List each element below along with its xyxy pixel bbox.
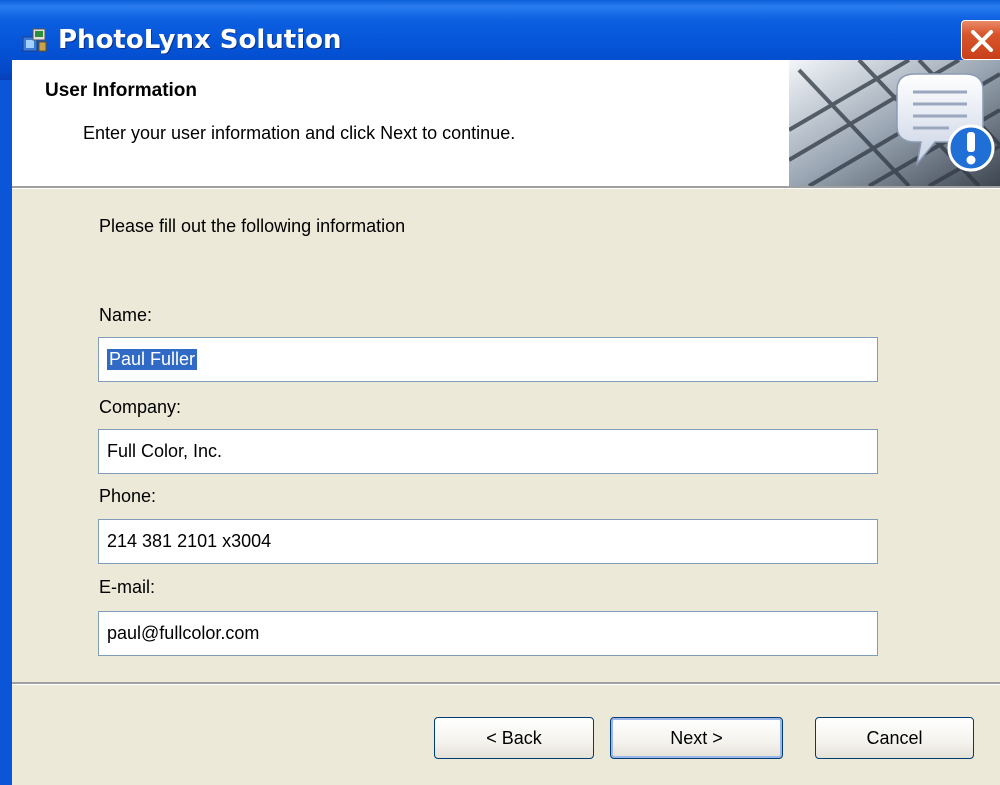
footer-divider: [12, 682, 1000, 685]
page-title: User Information: [45, 80, 198, 101]
back-button[interactable]: < Back: [434, 717, 594, 759]
close-button[interactable]: [961, 20, 1000, 60]
email-field[interactable]: paul@fullcolor.com: [98, 611, 878, 656]
name-field-value: Paul Fuller: [107, 349, 198, 370]
next-button[interactable]: Next >: [610, 717, 783, 759]
installer-icon: [22, 27, 48, 53]
form-instruction: Please fill out the following informatio…: [99, 216, 406, 236]
phone-field-value: 214 381 2101 x3004: [107, 531, 272, 551]
name-field[interactable]: Paul Fuller: [98, 337, 878, 382]
dialog-header: User Information Enter your user informa…: [12, 60, 1000, 186]
company-field-value: Full Color, Inc.: [107, 441, 223, 461]
company-label: Company:: [99, 397, 182, 417]
dialog-body: Please fill out the following informatio…: [12, 189, 1000, 785]
name-label: Name:: [99, 305, 153, 325]
page-description: Enter your user information and click Ne…: [83, 123, 516, 143]
email-label: E-mail:: [99, 577, 156, 597]
close-icon: [971, 30, 993, 52]
cancel-button[interactable]: Cancel: [815, 717, 974, 759]
keyboard-chat-alert-icon: [789, 60, 1000, 186]
email-field-value: paul@fullcolor.com: [107, 623, 260, 643]
window-title: PhotoLynx Solution: [58, 25, 342, 55]
company-field[interactable]: Full Color, Inc.: [98, 429, 878, 474]
phone-label: Phone:: [99, 486, 157, 506]
phone-field[interactable]: 214 381 2101 x3004: [98, 519, 878, 564]
window-frame-left: [0, 80, 12, 785]
